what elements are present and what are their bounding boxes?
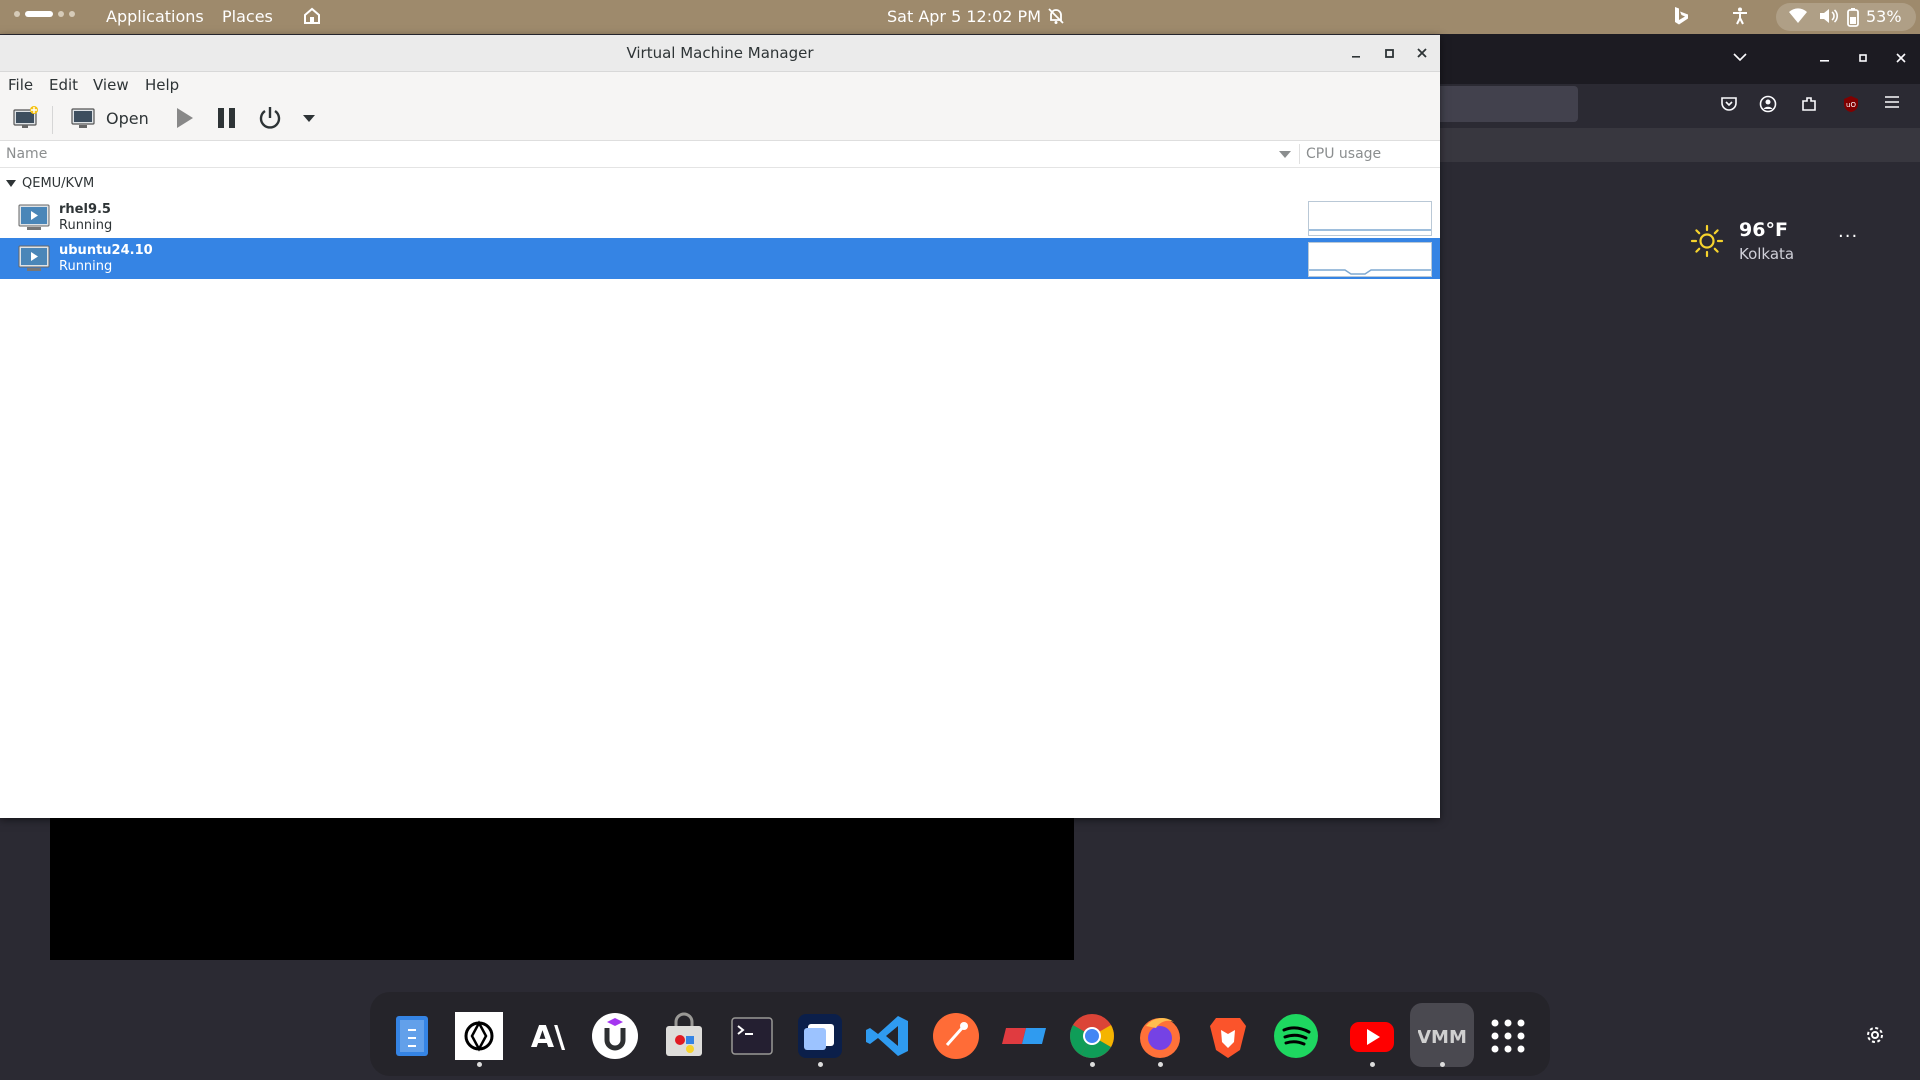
minimize-icon[interactable] xyxy=(1820,58,1830,62)
vm-status: Running xyxy=(59,218,113,233)
close-icon[interactable] xyxy=(1896,53,1906,63)
toolbar: Open xyxy=(0,98,1440,141)
youtube-icon[interactable] xyxy=(1348,1012,1396,1060)
pocket-icon[interactable] xyxy=(1720,95,1738,113)
hamburger-menu-icon[interactable] xyxy=(1884,95,1900,109)
svg-text:uO: uO xyxy=(1846,101,1856,109)
vm-running-icon xyxy=(18,245,50,273)
menu-edit[interactable]: Edit xyxy=(49,76,78,94)
cpu-usage-graph xyxy=(1308,242,1432,277)
wifi-icon[interactable] xyxy=(1788,7,1808,25)
extensions-icon[interactable] xyxy=(1800,95,1818,113)
menu-bar: File Edit View Help xyxy=(0,72,1440,98)
weather-city: Kolkata xyxy=(1739,245,1795,263)
accessibility-icon[interactable] xyxy=(1730,6,1750,26)
maximize-icon[interactable] xyxy=(1380,44,1398,62)
vm-name: ubuntu24.10 xyxy=(59,243,153,258)
vm-name: rhel9.5 xyxy=(59,202,111,217)
applications-menu[interactable]: Applications xyxy=(106,7,204,26)
svg-text:VMM: VMM xyxy=(1418,1027,1466,1048)
connection-group-row[interactable]: QEMU/KVM xyxy=(0,169,1440,197)
vm-running-icon xyxy=(18,204,50,232)
open-console-icon[interactable] xyxy=(70,105,96,131)
browser-url-bar[interactable] xyxy=(1440,86,1578,122)
browser-bookmarks-bar xyxy=(1440,128,1920,162)
vm-row-ubuntu[interactable]: ubuntu24.10 Running xyxy=(0,238,1440,279)
vscode-icon[interactable] xyxy=(864,1012,912,1060)
expander-chevron-down-icon[interactable] xyxy=(5,179,17,188)
remote-desktop-icon[interactable] xyxy=(796,1012,844,1060)
close-icon[interactable] xyxy=(1413,44,1431,62)
list-tabs-icon[interactable] xyxy=(1733,52,1747,62)
chrome-icon[interactable] xyxy=(1068,1012,1116,1060)
files-icon[interactable] xyxy=(388,1012,436,1060)
open-button[interactable]: Open xyxy=(106,109,149,128)
svg-text:A\: A\ xyxy=(531,1020,565,1055)
menu-file[interactable]: File xyxy=(8,76,33,94)
vm-row-rhel[interactable]: rhel9.5 Running xyxy=(0,197,1440,238)
sun-icon xyxy=(1690,224,1724,258)
vm-console-preview xyxy=(50,800,1074,960)
shutdown-icon[interactable] xyxy=(257,105,283,131)
top-bar: Applications Places Sat Apr 5 12:02 PM 5… xyxy=(0,0,1920,34)
running-indicator xyxy=(1158,1062,1163,1067)
shutdown-menu-chevron-down-icon[interactable] xyxy=(301,105,317,131)
postman-icon[interactable] xyxy=(932,1012,980,1060)
window-titlebar[interactable]: Virtual Machine Manager xyxy=(0,35,1440,72)
running-indicator xyxy=(477,1062,482,1067)
workspace-dot[interactable] xyxy=(69,11,75,17)
udemy-icon[interactable] xyxy=(591,1012,639,1060)
running-indicator xyxy=(1370,1062,1375,1067)
places-menu[interactable]: Places xyxy=(222,7,273,26)
running-indicator xyxy=(818,1062,823,1067)
clock[interactable]: Sat Apr 5 12:02 PM xyxy=(887,7,1041,26)
minimize-icon[interactable] xyxy=(1347,44,1365,62)
cpu-usage-graph xyxy=(1308,201,1432,236)
chatgpt-icon[interactable] xyxy=(455,1012,503,1060)
brave-icon[interactable] xyxy=(1204,1012,1252,1060)
battery-percent: 53% xyxy=(1866,7,1902,26)
terminal-icon[interactable] xyxy=(728,1012,776,1060)
home-icon[interactable] xyxy=(302,6,322,26)
running-indicator xyxy=(1440,1062,1445,1067)
workspace-dot-active[interactable] xyxy=(25,11,53,17)
workspace-dot[interactable] xyxy=(58,11,64,17)
battery-icon[interactable] xyxy=(1846,7,1860,27)
menu-view[interactable]: View xyxy=(93,76,129,94)
anthropic-icon[interactable]: A\ xyxy=(524,1012,572,1060)
menu-help[interactable]: Help xyxy=(145,76,179,94)
workspace-indicator[interactable] xyxy=(14,11,75,17)
anydesk-icon[interactable] xyxy=(1000,1012,1048,1060)
column-name[interactable]: Name xyxy=(6,146,47,162)
weather-more-button[interactable]: ··· xyxy=(1838,226,1858,247)
bing-icon[interactable] xyxy=(1672,5,1690,27)
window-title: Virtual Machine Manager xyxy=(626,44,814,62)
connection-label: QEMU/KVM xyxy=(22,176,95,191)
firefox-icon[interactable] xyxy=(1136,1012,1184,1060)
sort-chevron-down-icon[interactable] xyxy=(1278,150,1292,160)
column-separator[interactable] xyxy=(1299,144,1300,164)
ublock-origin-icon[interactable]: uO xyxy=(1842,95,1860,113)
weather-temperature: 96°F xyxy=(1739,219,1788,241)
run-icon[interactable] xyxy=(172,105,196,131)
notifications-off-icon[interactable] xyxy=(1047,7,1065,25)
volume-icon[interactable] xyxy=(1818,7,1838,25)
virt-manager-window: Virtual Machine Manager File Edit View H… xyxy=(0,35,1440,818)
spotify-icon[interactable] xyxy=(1272,1012,1320,1060)
running-indicator xyxy=(1090,1062,1095,1067)
pause-icon[interactable] xyxy=(215,105,239,131)
workspace-dot[interactable] xyxy=(14,11,20,17)
toolbar-separator xyxy=(52,106,53,134)
new-vm-button[interactable] xyxy=(12,105,40,131)
settings-gear-icon[interactable] xyxy=(1864,1024,1886,1046)
column-cpu-usage[interactable]: CPU usage xyxy=(1306,146,1381,162)
account-icon[interactable] xyxy=(1759,95,1777,113)
software-store-icon[interactable] xyxy=(660,1012,708,1060)
virt-manager-icon[interactable]: VMM xyxy=(1418,1012,1466,1060)
vm-status: Running xyxy=(59,259,113,274)
maximize-icon[interactable] xyxy=(1859,54,1867,62)
column-header: Name CPU usage xyxy=(0,141,1440,168)
app-grid-icon[interactable] xyxy=(1484,1012,1532,1060)
